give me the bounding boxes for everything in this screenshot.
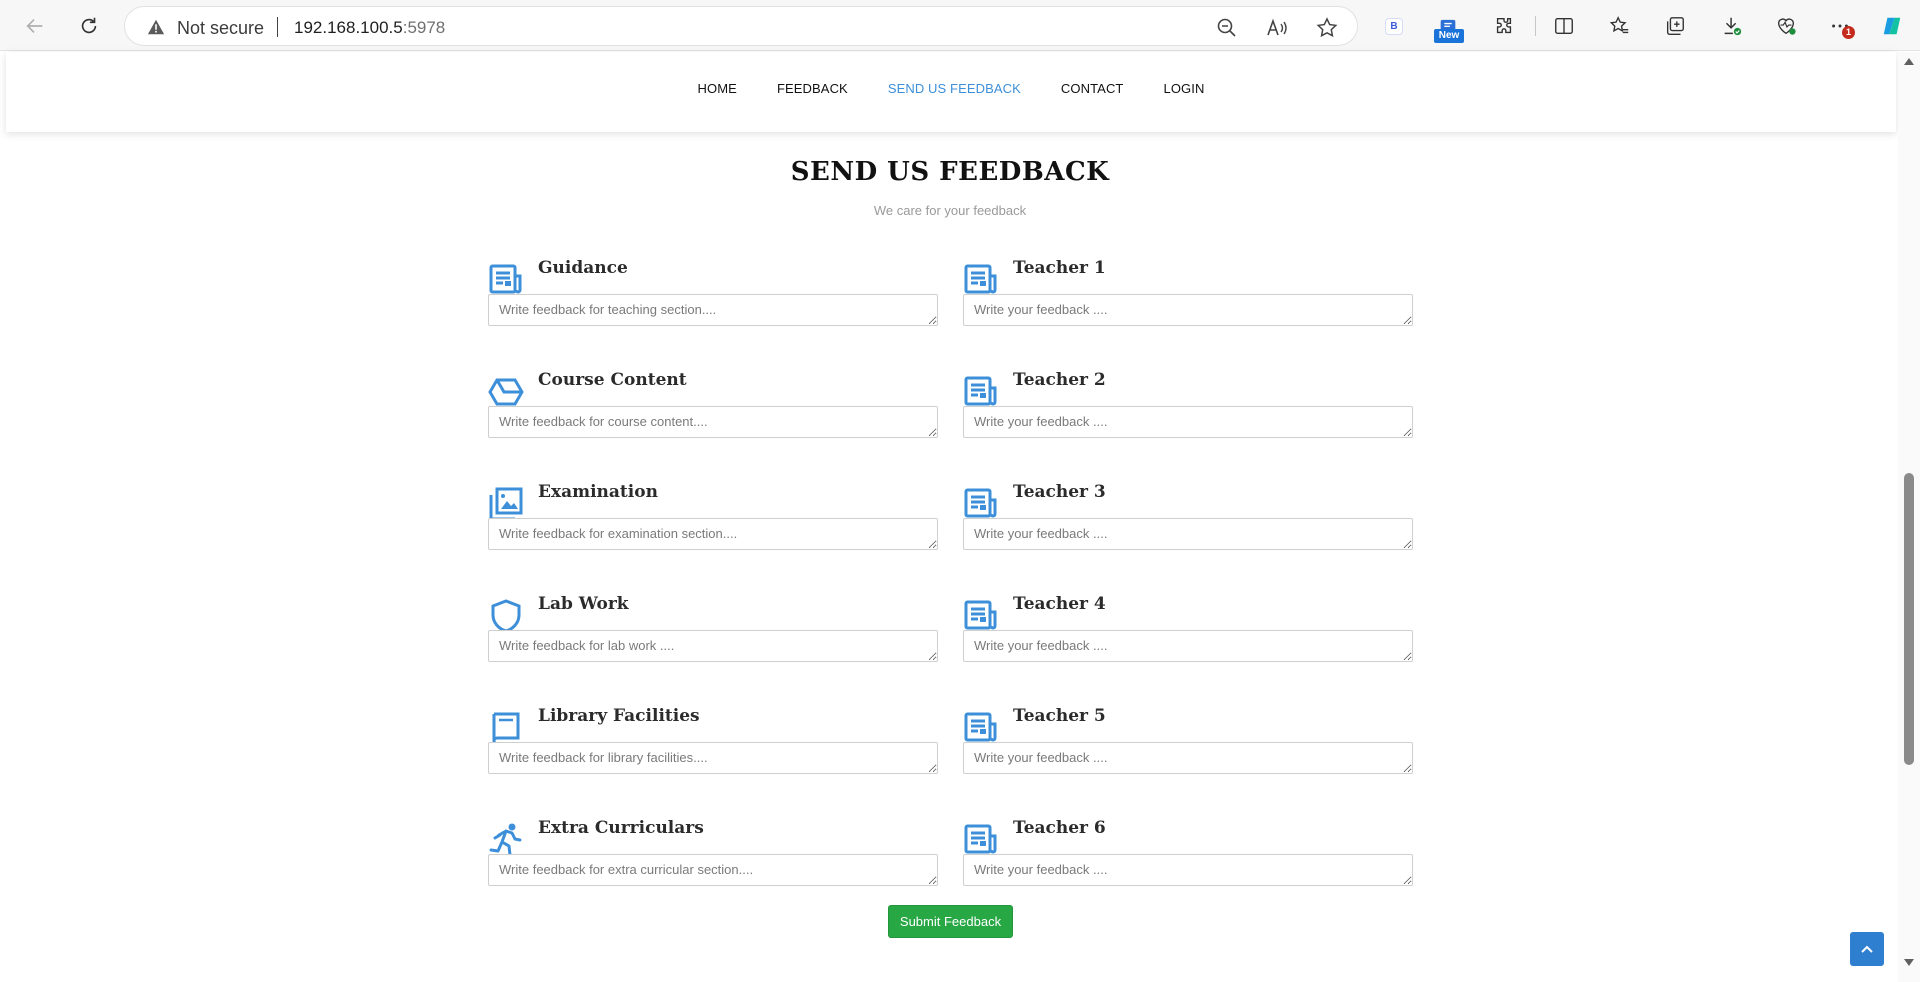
feedback-input-teacher-2[interactable] (963, 406, 1413, 438)
chevron-up-icon (1861, 945, 1873, 953)
collections-button[interactable] (1661, 12, 1689, 40)
address-bar[interactable]: Not secure 192.168.100.5:5978 (124, 6, 1358, 46)
newspaper-icon (963, 598, 999, 634)
main-nav: HOME FEEDBACK SEND US FEEDBACK CONTACT LOGIN (6, 81, 1896, 96)
warning-icon (147, 19, 165, 35)
field-title-teacher-4: Teacher 4 (1013, 594, 1106, 614)
zoom-out-icon[interactable] (1215, 16, 1239, 40)
feedback-input-examination[interactable] (488, 518, 938, 550)
split-screen-button[interactable] (1550, 12, 1578, 40)
feedback-field-teacher-2: Teacher 2 (963, 362, 1413, 452)
feedback-input-teacher-6[interactable] (963, 854, 1413, 886)
feedback-field-teacher-5: Teacher 5 (963, 698, 1413, 788)
field-title-lab-work: Lab Work (538, 594, 629, 614)
toolbar-separator (1535, 16, 1536, 36)
download-icon (1724, 17, 1742, 36)
nav-item-feedback[interactable]: FEEDBACK (777, 81, 848, 96)
nav-item-home[interactable]: HOME (698, 81, 737, 96)
feedback-field-teacher-3: Teacher 3 (963, 474, 1413, 564)
collections-icon (1666, 17, 1684, 35)
address-separator (277, 17, 278, 37)
newspaper-icon (963, 262, 999, 298)
feedback-input-teacher-3[interactable] (963, 518, 1413, 550)
back-to-top-button[interactable] (1850, 932, 1884, 966)
feedback-input-teacher-1[interactable] (963, 294, 1413, 326)
feedback-field-extra-curriculars: Extra Curriculars (488, 810, 938, 900)
feedback-field-library-facilities: Library Facilities (488, 698, 938, 788)
read-aloud-icon[interactable] (1265, 16, 1289, 40)
heart-pulse-icon (1777, 18, 1796, 35)
url-port: :5978 (402, 18, 446, 37)
feedback-field-course-content: Course Content (488, 362, 938, 452)
arrow-left-icon (26, 18, 43, 34)
field-title-guidance: Guidance (538, 258, 628, 278)
newspaper-icon (963, 710, 999, 746)
extension-b-label: B (1385, 17, 1403, 35)
page-subtitle: We care for your feedback (873, 203, 1027, 218)
shield-icon (488, 598, 524, 634)
nav-item-login[interactable]: LOGIN (1163, 81, 1204, 96)
book-icon (488, 710, 524, 746)
field-title-course-content: Course Content (538, 370, 687, 390)
field-title-examination: Examination (538, 482, 658, 502)
star-icon[interactable] (1315, 16, 1339, 40)
favorites-button[interactable] (1606, 12, 1634, 40)
nav-item-send-us-feedback[interactable]: SEND US FEEDBACK (888, 81, 1021, 96)
cube-icon (488, 374, 524, 410)
feedback-input-library-facilities[interactable] (488, 742, 938, 774)
split-screen-icon (1555, 17, 1573, 35)
new-badge: New (1434, 29, 1464, 43)
field-title-extra-curriculars: Extra Curriculars (538, 818, 704, 838)
newspaper-icon (963, 374, 999, 410)
feedback-input-guidance[interactable] (488, 294, 938, 326)
downloads-button[interactable] (1718, 12, 1746, 40)
feedback-field-teacher-4: Teacher 4 (963, 586, 1413, 676)
not-secure-label[interactable]: Not secure (177, 18, 264, 39)
field-title-teacher-3: Teacher 3 (1013, 482, 1106, 502)
field-title-teacher-2: Teacher 2 (1013, 370, 1106, 390)
scroll-down-arrow-icon[interactable] (1903, 958, 1915, 968)
favorites-icon (1609, 16, 1629, 34)
reload-icon (81, 17, 97, 34)
copilot-icon (1883, 17, 1901, 35)
images-icon (488, 486, 524, 522)
copilot-button[interactable] (1878, 12, 1906, 40)
page-scrollbar[interactable] (1898, 52, 1920, 982)
field-title-library-facilities: Library Facilities (538, 706, 700, 726)
extensions-button[interactable] (1490, 12, 1518, 40)
feedback-input-lab-work[interactable] (488, 630, 938, 662)
site-header: HOME FEEDBACK SEND US FEEDBACK CONTACT LOGIN (6, 52, 1896, 132)
browser-essentials-button[interactable] (1772, 12, 1800, 40)
notification-badge: 1 (1842, 26, 1855, 39)
field-title-teacher-6: Teacher 6 (1013, 818, 1106, 838)
scroll-thumb[interactable] (1904, 473, 1914, 765)
feedback-field-lab-work: Lab Work (488, 586, 938, 676)
url-text[interactable]: 192.168.100.5:5978 (294, 18, 445, 38)
url-host: 192.168.100.5 (294, 18, 403, 37)
field-title-teacher-1: Teacher 1 (1013, 258, 1106, 278)
back-button[interactable] (17, 8, 53, 44)
page-title: SEND US FEEDBACK (790, 157, 1110, 187)
nav-item-contact[interactable]: CONTACT (1061, 81, 1124, 96)
page-content: HOME FEEDBACK SEND US FEEDBACK CONTACT LOGIN… (0, 52, 1898, 982)
feedback-input-course-content[interactable] (488, 406, 938, 438)
newspaper-icon (488, 262, 524, 298)
feedback-input-teacher-4[interactable] (963, 630, 1413, 662)
feedback-field-teacher-1: Teacher 1 (963, 250, 1413, 340)
newspaper-icon (963, 486, 999, 522)
puzzle-icon (1496, 17, 1512, 34)
browser-toolbar: Not secure 192.168.100.5:5978 B New 1 (0, 0, 1920, 51)
running-person-icon (488, 822, 524, 858)
reload-button[interactable] (71, 8, 107, 44)
scroll-up-arrow-icon[interactable] (1903, 56, 1915, 66)
feedback-field-teacher-6: Teacher 6 (963, 810, 1413, 900)
extension-b-button[interactable]: B (1380, 12, 1408, 40)
feedback-field-guidance: Guidance (488, 250, 938, 340)
feedback-input-teacher-5[interactable] (963, 742, 1413, 774)
feedback-input-extra-curriculars[interactable] (488, 854, 938, 886)
feedback-field-examination: Examination (488, 474, 938, 564)
field-title-teacher-5: Teacher 5 (1013, 706, 1106, 726)
newspaper-icon (963, 822, 999, 858)
submit-feedback-button[interactable]: Submit Feedback (888, 905, 1013, 938)
